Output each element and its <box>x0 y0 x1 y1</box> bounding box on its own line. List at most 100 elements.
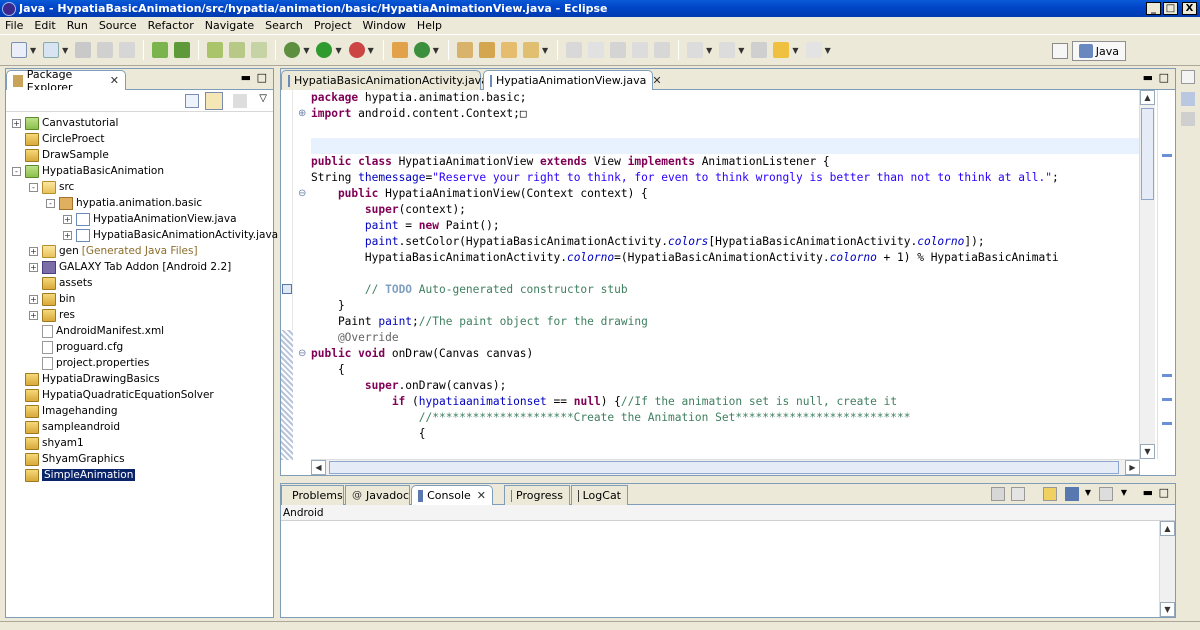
code-area[interactable]: package hypatia.animation.basic; import a… <box>311 90 1140 459</box>
tree-item[interactable]: + HypatiaAnimationView.java <box>63 211 237 227</box>
restore-icon[interactable] <box>1181 70 1195 84</box>
new-icon[interactable] <box>11 42 27 58</box>
scroll-right-icon[interactable]: ▶ <box>1125 460 1140 475</box>
tree-item[interactable]: assets <box>29 275 92 291</box>
tree-item[interactable]: AndroidManifest.xml <box>29 323 164 339</box>
tree-item[interactable]: + GALAXY Tab Addon [Android 2.2] <box>29 259 231 275</box>
overview-marker[interactable] <box>1162 422 1172 425</box>
previous-annotation-dropdown-icon[interactable]: ▼ <box>738 46 744 55</box>
tab-hypatiabasicanimationactivity[interactable]: HypatiaBasicAnimationActivity.java <box>281 70 488 90</box>
overview-marker[interactable] <box>1162 398 1172 401</box>
expand-icon[interactable]: + <box>29 262 38 272</box>
tab-logcat[interactable]: LogCat <box>571 485 628 505</box>
tree-item[interactable]: - src <box>29 179 74 195</box>
save-all-icon[interactable] <box>97 42 114 58</box>
expand-fold-icon[interactable]: ⊕ <box>298 108 306 119</box>
android-avd-manager-icon[interactable] <box>174 42 191 58</box>
scroll-left-icon[interactable]: ◀ <box>311 460 326 475</box>
open-type-icon[interactable] <box>456 42 473 58</box>
scroll-up-icon[interactable]: ▲ <box>1140 90 1155 105</box>
collapse-fold-icon[interactable]: ⊖ <box>298 188 306 199</box>
clear-console-icon[interactable] <box>991 487 1005 501</box>
new-wizard-icon[interactable] <box>43 42 60 58</box>
tree-item[interactable]: + Canvastutorial <box>12 115 118 131</box>
expand-icon[interactable]: + <box>12 118 21 128</box>
collapse-icon[interactable]: - <box>46 198 55 208</box>
outline-view-icon[interactable] <box>1181 92 1195 106</box>
task-list-view-icon[interactable] <box>1181 112 1195 126</box>
view-menu-icon[interactable]: ▽ <box>259 93 267 104</box>
tree-item[interactable]: HypatiaDrawingBasics <box>12 371 160 387</box>
back-icon[interactable] <box>773 42 790 58</box>
overview-ruler[interactable] <box>1157 90 1175 459</box>
overview-marker[interactable] <box>1162 154 1172 157</box>
minimize-button[interactable]: _ <box>1146 2 1161 15</box>
forward-dropdown-icon[interactable]: ▼ <box>825 46 831 55</box>
tree-item[interactable]: ShyamGraphics <box>12 451 125 467</box>
minimize-view-icon[interactable]: ▬ <box>1143 71 1153 84</box>
new-android-test-icon[interactable] <box>229 42 246 58</box>
expand-icon[interactable]: + <box>63 230 72 240</box>
maximize-view-icon[interactable]: □ <box>257 71 267 84</box>
debug-icon[interactable] <box>284 42 301 58</box>
vertical-scrollbar[interactable]: ▲ ▼ <box>1159 521 1175 617</box>
android-sdk-manager-icon[interactable] <box>152 42 169 58</box>
next-annotation-icon[interactable] <box>687 42 704 58</box>
overview-marker[interactable] <box>1162 374 1172 377</box>
expand-icon[interactable]: + <box>29 310 38 320</box>
open-task-icon[interactable] <box>478 42 495 58</box>
annotation-icon[interactable] <box>588 42 605 58</box>
debug-dropdown-icon[interactable]: ▼ <box>303 46 309 55</box>
tree-item[interactable]: CircleProect <box>12 131 105 147</box>
display-console-icon[interactable] <box>1065 487 1079 501</box>
tab-javadoc[interactable]: @ Javadoc <box>345 485 410 505</box>
collapse-fold-icon[interactable]: ⊖ <box>298 348 306 359</box>
menu-run[interactable]: Run <box>62 19 94 32</box>
search-icon[interactable] <box>522 42 539 58</box>
maximize-view-icon[interactable]: □ <box>1159 71 1169 84</box>
menu-source[interactable]: Source <box>94 19 143 32</box>
new-android-xml-icon[interactable] <box>251 42 268 58</box>
tree-item[interactable]: sampleandroid <box>12 419 120 435</box>
new-wizard-dropdown-icon[interactable]: ▼ <box>62 46 68 55</box>
menu-project[interactable]: Project <box>309 19 358 32</box>
tree-item[interactable]: + bin <box>29 291 75 307</box>
close-icon[interactable]: ✕ <box>652 74 661 87</box>
open-perspective-icon[interactable] <box>1051 43 1068 59</box>
run-dropdown-icon[interactable]: ▼ <box>335 46 341 55</box>
open-console-dropdown-icon[interactable]: ▼ <box>1121 488 1127 497</box>
link-with-editor-icon[interactable] <box>205 92 223 110</box>
tree-item[interactable]: shyam1 <box>12 435 84 451</box>
tree-item[interactable]: HypatiaQuadraticEquationSolver <box>12 387 214 403</box>
menu-file[interactable]: File <box>0 19 29 32</box>
search-dropdown-icon[interactable]: ▼ <box>542 46 548 55</box>
horizontal-scrollbar[interactable]: ◀ ▶ <box>311 459 1140 475</box>
forward-icon[interactable] <box>805 42 822 58</box>
menu-help[interactable]: Help <box>412 19 448 32</box>
tree-item[interactable]: DrawSample <box>12 147 109 163</box>
previous-annotation-icon[interactable] <box>719 42 736 58</box>
external-tools-dropdown-icon[interactable]: ▼ <box>368 46 374 55</box>
tree-item[interactable]: project.properties <box>29 355 149 371</box>
open-folder-icon[interactable] <box>500 42 517 58</box>
minimize-view-icon[interactable]: ▬ <box>241 71 251 84</box>
toggle-comment-icon[interactable] <box>610 42 627 58</box>
tree-item[interactable]: + HypatiaBasicAnimationActivity.java <box>63 227 278 243</box>
tree-item[interactable]: - hypatia.animation.basic <box>46 195 202 211</box>
close-icon[interactable]: ✕ <box>477 489 486 502</box>
save-icon[interactable] <box>75 42 92 58</box>
print-icon[interactable] <box>119 42 136 58</box>
scroll-up-icon[interactable]: ▲ <box>1160 521 1175 536</box>
show-whitespace-icon[interactable] <box>632 42 649 58</box>
filters-icon[interactable] <box>233 94 247 108</box>
new-java-class-icon[interactable] <box>413 42 430 58</box>
minimize-view-icon[interactable]: ▬ <box>1143 486 1153 499</box>
close-button[interactable]: X <box>1182 2 1197 15</box>
block-selection-icon[interactable] <box>654 42 671 58</box>
tab-problems[interactable]: Problems <box>281 485 344 505</box>
tree-item[interactable]: proguard.cfg <box>29 339 123 355</box>
java-perspective-button[interactable]: Java <box>1071 41 1126 61</box>
expand-icon[interactable]: + <box>29 294 38 304</box>
maximize-view-icon[interactable]: □ <box>1159 486 1169 499</box>
collapse-icon[interactable]: - <box>12 166 21 176</box>
